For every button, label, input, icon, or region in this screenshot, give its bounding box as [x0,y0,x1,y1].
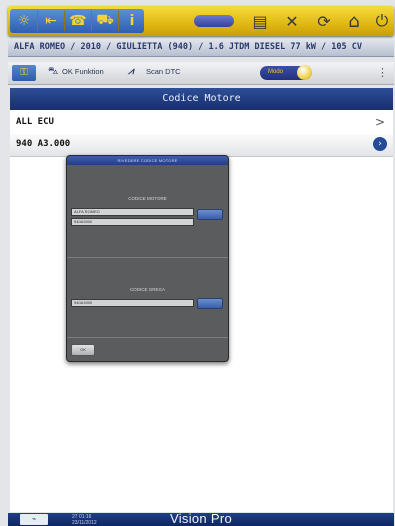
app-window: ☼ ⇤ ☎ ⛟ i ▤ ✕ ⟳ ⌂ ⏻ ALFA ROMEO / 2010 / … [0,0,395,526]
confirm-button[interactable] [197,298,223,309]
section-label-engine-code: CODICE MOTORE [128,196,167,201]
dialog-divider [67,337,228,338]
dialog-title: RIVEDERE CODICE MOTORE [67,156,228,165]
ok-button[interactable]: OK [71,344,95,356]
toolbar-divider [118,11,119,31]
vehicle-breadcrumb: ALFA ROMEO / 2010 / GIULIETTA (940) / 1.… [8,40,394,57]
main-toolbar: ☼ ⇤ ☎ ⛟ i ▤ ✕ ⟳ ⌂ ⏻ [8,6,394,36]
ok-function-button[interactable]: OK Funktion [62,67,104,76]
refresh-icon[interactable]: ⟳ [312,9,336,33]
dialog-divider [67,257,228,258]
brightness-icon[interactable]: ☼ [12,9,36,33]
confirm-button[interactable] [197,209,223,220]
mode-toggle[interactable]: Modo [260,65,312,80]
vehicle-path-text: ALFA ROMEO / 2010 / GIULIETTA (940) / 1.… [14,42,362,52]
toolbar-divider [91,11,92,31]
back-icon[interactable]: ⇤ [39,9,63,33]
vehicle-icon[interactable]: ⛟ [93,9,117,33]
grega-code-input[interactable]: 940A3000 [71,299,194,307]
section-label-grega: CODICE GREGA [129,287,165,292]
panel-title: Codice Motore [10,88,393,110]
chevron-right-icon: > [374,115,385,129]
field-value: 940A3000 [74,300,93,305]
brand-title: Vision Pro [169,511,232,526]
info-icon[interactable]: i [120,9,144,33]
engine-code-dialog: RIVEDERE CODICE MOTORE CODICE MOTORE ALF… [66,155,229,362]
list-item-label: 940 A3.000 [16,139,71,149]
field-value: 940A3000 [74,219,93,224]
printer-icon[interactable]: ▤ [248,9,272,33]
home-icon[interactable]: ⌂ [342,9,366,33]
connection-status-pill[interactable] [194,15,234,27]
car-icon: ⛍ [48,66,59,77]
menu-grid-icon[interactable]: ⋮ [377,66,388,79]
power-icon[interactable]: ⏻ [370,9,394,33]
scan-icon: ⩘ [128,66,134,77]
phone-icon[interactable]: ☎ [66,9,90,33]
secondary-toolbar: ⚿ ⛍ OK Funktion ⩘ Scan DTC Modo ⋮ [8,62,394,85]
field-value: ALFA ROMEO [74,209,100,214]
key-icon[interactable]: ⚿ [12,65,36,81]
toolbar-divider [64,11,65,31]
list-item-label: ALL ECU [16,117,54,127]
list-item-all-ecu[interactable]: ALL ECU > [10,112,393,135]
engine-code-field[interactable]: ALFA ROMEO [71,208,194,216]
arrow-circle-icon[interactable]: › [373,137,387,151]
engine-code-input[interactable]: 940A3000 [71,218,194,226]
list-item-engine-code[interactable]: 940 A3.000 › [10,134,393,157]
mode-toggle-label: Modo [268,69,284,75]
toggle-knob [297,65,312,80]
scan-dtc-button[interactable]: Scan DTC [146,67,181,76]
toolbar-divider [37,11,38,31]
tools-icon[interactable]: ✕ [280,9,304,33]
bottom-bar: ⌁ 27 01:16 23/11/2012 Vision Pro [8,511,394,526]
